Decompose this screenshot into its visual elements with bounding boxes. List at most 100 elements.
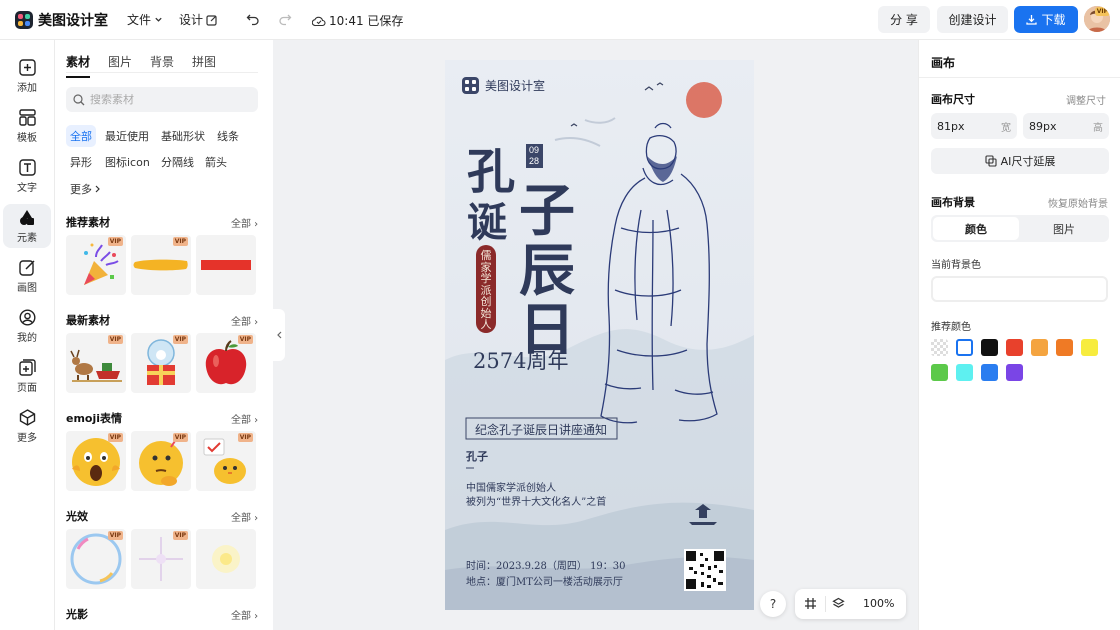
rail-label: 模板 — [17, 132, 37, 144]
bg-tab-image[interactable]: 图片 — [1021, 217, 1107, 240]
bg-tab-color[interactable]: 颜色 — [933, 217, 1019, 240]
swatch-cyan[interactable] — [956, 364, 973, 381]
material-shocked-emoji[interactable]: VIP — [66, 431, 126, 491]
material-reindeer-sleigh[interactable]: VIP — [66, 333, 126, 393]
material-chick-emoji[interactable]: VIP — [196, 431, 256, 491]
rail-item-more[interactable]: 更多 — [3, 404, 51, 448]
chip-more[interactable]: 更多 — [66, 178, 105, 200]
file-menu-label: 文件 — [127, 13, 152, 27]
tab-backgrounds[interactable]: 背景 — [150, 53, 174, 78]
rail-item-template[interactable]: 模板 — [3, 104, 51, 148]
ai-extend-button[interactable]: AI尺寸延展 — [931, 148, 1109, 174]
rail-item-pages[interactable]: 页面 — [3, 354, 51, 398]
chevron-down-icon — [154, 15, 163, 24]
see-all-link[interactable]: 全部 › — [231, 313, 258, 328]
grid-icon[interactable] — [804, 597, 817, 610]
redo-icon[interactable] — [278, 12, 292, 26]
material-soft-glow[interactable] — [196, 529, 256, 589]
panel-title: 画布 — [931, 56, 956, 70]
adjust-size-link[interactable]: 调整尺寸 — [1066, 92, 1106, 107]
material-star-sparkle[interactable]: VIP — [131, 529, 191, 589]
file-menu[interactable]: 文件 — [127, 11, 163, 28]
chip-irregular[interactable]: 异形 — [66, 151, 96, 173]
poster-title-char: 诞 — [467, 199, 507, 246]
current-bg-color[interactable] — [931, 276, 1108, 302]
swatch-green[interactable] — [931, 364, 948, 381]
see-all-label: 全部 — [231, 513, 251, 524]
create-design-button[interactable]: 创建设计 — [937, 6, 1008, 33]
tab-collage[interactable]: 拼图 — [192, 53, 216, 78]
swatch-blue[interactable] — [981, 364, 998, 381]
undo-icon[interactable] — [246, 12, 260, 26]
swatch-red[interactable] — [1006, 339, 1023, 356]
chip-all[interactable]: 全部 — [66, 125, 96, 147]
material-panel: 素材 图片 背景 拼图 全部 最近使用 基础形状 线条 异形 图标icon 分隔… — [55, 40, 273, 630]
see-all-link[interactable]: 全部 › — [231, 509, 258, 524]
width-unit: 宽 — [1001, 122, 1011, 134]
help-label: ? — [769, 597, 777, 611]
section-title: 推荐素材 — [66, 216, 110, 229]
material-red-apple[interactable]: VIP — [196, 333, 256, 393]
rail-label: 画图 — [17, 282, 37, 294]
tab-materials[interactable]: 素材 — [66, 53, 91, 78]
see-all-link[interactable]: 全部 › — [231, 411, 258, 426]
swatch-white[interactable] — [956, 339, 973, 356]
canvas-properties-panel: 画布 画布尺寸 调整尺寸 81px 宽 89px 高 AI尺寸延展 画布背景 恢… — [918, 40, 1120, 630]
search-box[interactable] — [66, 87, 258, 112]
layers-icon[interactable] — [832, 597, 845, 610]
design-menu[interactable]: 设计 — [179, 11, 218, 28]
search-input[interactable] — [90, 93, 250, 106]
chip-arrows[interactable]: 箭头 — [201, 151, 231, 173]
material-party-popper[interactable]: VIP — [66, 235, 126, 295]
rail-item-draw[interactable]: 画图 — [3, 254, 51, 298]
pencil-icon — [18, 259, 36, 279]
swatch-purple[interactable] — [1006, 364, 1023, 381]
material-bubble-ring[interactable]: VIP — [66, 529, 126, 589]
chip-icons[interactable]: 图标icon — [101, 151, 154, 173]
canvas-bg-label: 画布背景 — [931, 196, 975, 209]
user-icon — [18, 308, 36, 329]
chip-lines[interactable]: 线条 — [213, 125, 243, 147]
swatch-black[interactable] — [981, 339, 998, 356]
rail-item-add[interactable]: 添加 — [3, 54, 51, 98]
collapse-panel-button[interactable] — [273, 309, 285, 361]
poster-canvas[interactable]: 美图设计室 孔 诞 子 辰 日 09 28 儒家学派创始人 2574周年 纪念孔… — [445, 60, 754, 610]
material-thinking-emoji[interactable]: VIP — [131, 431, 191, 491]
width-field[interactable]: 81px 宽 — [931, 113, 1017, 139]
help-button[interactable]: ? — [760, 591, 786, 617]
swatch-yellow[interactable] — [1081, 339, 1098, 356]
avatar[interactable]: VIP — [1084, 6, 1110, 32]
download-button[interactable]: 下载 — [1014, 6, 1078, 33]
swatch-light-orange[interactable] — [1031, 339, 1048, 356]
section-title: 最新素材 — [66, 314, 110, 327]
tab-images[interactable]: 图片 — [108, 53, 132, 78]
vip-badge: VIP — [107, 335, 123, 344]
vip-badge: VIP — [237, 335, 253, 344]
rail-item-text[interactable]: 文字 — [3, 154, 51, 198]
swatch-transparent[interactable] — [931, 339, 948, 356]
swatch-orange[interactable] — [1056, 339, 1073, 356]
chip-basic-shapes[interactable]: 基础形状 — [157, 125, 209, 147]
chip-recent[interactable]: 最近使用 — [101, 125, 153, 147]
material-yellow-brush[interactable]: VIP — [131, 235, 191, 295]
rail-item-mine[interactable]: 我的 — [3, 304, 51, 348]
chevron-left-icon — [276, 331, 282, 339]
poster-date-month: 09 — [529, 145, 540, 155]
poster-anniversary: 2574周年 — [473, 349, 569, 373]
material-snow-globe-gift[interactable]: VIP — [131, 333, 191, 393]
app-logo[interactable]: 美图设计室 — [15, 10, 108, 30]
rail-label: 元素 — [17, 232, 37, 244]
zoom-level[interactable]: 100% — [863, 597, 894, 610]
poster-time: 时间：2023.9.28（周四） 19：30 — [466, 561, 626, 572]
height-field[interactable]: 89px 高 — [1023, 113, 1109, 139]
edit-icon — [206, 14, 218, 26]
restore-bg-link[interactable]: 恢复原始背景 — [1048, 195, 1108, 210]
chip-dividers[interactable]: 分隔线 — [157, 151, 198, 173]
cube-icon — [19, 408, 36, 429]
see-all-link[interactable]: 全部 › — [231, 607, 258, 622]
see-all-link[interactable]: 全部 › — [231, 215, 258, 230]
rail-item-elements[interactable]: 元素 — [3, 204, 51, 248]
share-button[interactable]: 分 享 — [878, 6, 930, 33]
height-unit: 高 — [1093, 122, 1103, 134]
material-red-bar[interactable] — [196, 235, 256, 295]
